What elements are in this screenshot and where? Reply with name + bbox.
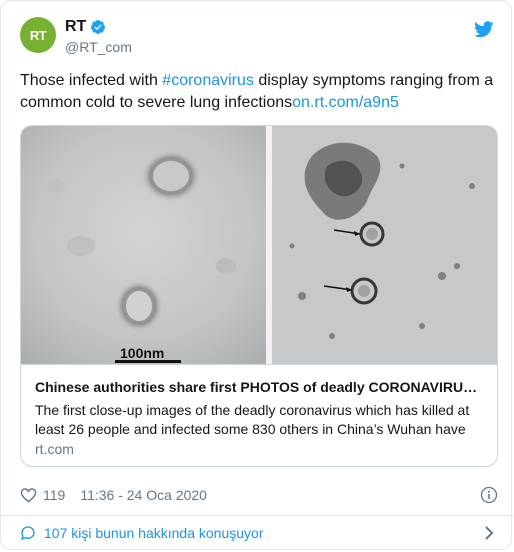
speech-bubble-icon bbox=[20, 526, 35, 541]
divider bbox=[1, 515, 513, 516]
micrograph-image-right bbox=[272, 126, 497, 364]
micrograph-image-left: 100nm bbox=[21, 126, 266, 364]
micrograph-right-graphic bbox=[272, 126, 497, 364]
conversation-link[interactable]: 107 kişi bunun hakkında konuşuyor bbox=[20, 523, 498, 543]
scale-bar-label: 100nm bbox=[120, 345, 165, 361]
author-name-row: RT bbox=[65, 18, 106, 36]
tweet-url-link[interactable]: on.rt.com/a9n5 bbox=[292, 94, 399, 111]
scale-bar bbox=[115, 360, 181, 363]
tweet-card: RT RT @RT_com Those infected with #coron… bbox=[0, 0, 513, 550]
avatar[interactable]: RT bbox=[20, 17, 56, 53]
link-card-description: The first close-up images of the deadly … bbox=[35, 402, 470, 437]
info-icon[interactable] bbox=[480, 486, 498, 504]
heart-icon[interactable] bbox=[20, 487, 37, 503]
tweet-text-part: Those infected with bbox=[20, 72, 163, 89]
link-card-domain: rt.com bbox=[35, 441, 74, 457]
author-handle[interactable]: @RT_com bbox=[65, 39, 132, 55]
link-card[interactable]: 100nm Chinese authorities share first PH… bbox=[20, 125, 498, 467]
tweet-meta-row: 119 11:36 - 24 Oca 2020 bbox=[20, 485, 498, 505]
like-count[interactable]: 119 bbox=[43, 487, 65, 503]
link-card-info[interactable]: Chinese authorities share first PHOTOS o… bbox=[21, 364, 497, 466]
hashtag-link[interactable]: #coronavirus bbox=[162, 72, 254, 89]
chevron-right-icon[interactable] bbox=[484, 526, 494, 540]
tweet-text: Those infected with #coronavirus display… bbox=[20, 70, 500, 114]
conversation-label[interactable]: 107 kişi bunun hakkında konuşuyor bbox=[44, 525, 263, 541]
card-image[interactable]: 100nm bbox=[21, 126, 497, 364]
verified-badge-icon bbox=[91, 20, 106, 34]
micrograph-left-graphic bbox=[21, 126, 266, 364]
timestamp[interactable]: 11:36 - 24 Oca 2020 bbox=[80, 487, 207, 503]
link-card-title[interactable]: Chinese authorities share first PHOTOS o… bbox=[35, 379, 485, 395]
author-display-name[interactable]: RT bbox=[65, 18, 86, 36]
twitter-bird-icon[interactable] bbox=[474, 21, 494, 38]
avatar-logo-text: RT bbox=[29, 27, 47, 43]
